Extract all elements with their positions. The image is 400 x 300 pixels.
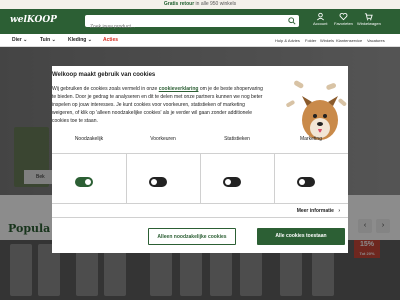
chevron-right-icon: › [338,208,340,214]
cookie-divider [52,203,348,204]
search-icon[interactable] [288,17,296,25]
cart-label: Winkelwagen [357,21,381,26]
main-nav: Dier ⌄ Tuin ⌄ Kleding ⌄ Acties Hulp & Ad… [0,34,400,47]
option-preferences-label: Voorkeuren [150,136,176,142]
nav-sub-vacatures[interactable]: Vacatures [367,38,385,43]
option-marketing-label: Marketing [300,136,322,142]
account-icon [316,12,324,21]
nav-item-acties[interactable]: Acties [103,37,118,43]
toggle-marketing[interactable] [297,177,315,187]
cookie-text-pre: Wij gebruiken de cookies zoals vermeld i… [52,86,159,92]
toggle-knob [151,179,157,185]
cookie-dialog: Welkoop maakt gebruik van cookies Wij ge… [52,66,348,253]
logo[interactable]: welKOOP [10,15,57,25]
option-statistics: Statistieken [200,136,274,164]
option-statistics-label: Statistieken [224,136,250,142]
toggle-preferences[interactable] [149,177,167,187]
nav-item-dier[interactable]: Dier ⌄ [12,37,27,43]
cookie-text: Wij gebruiken de cookies zoals vermeld i… [52,85,266,125]
nav-sub-klantenservice[interactable]: Klantenservice [336,38,362,43]
heart-icon [339,13,348,21]
more-info-link[interactable]: Meer informatie › [297,208,340,214]
site-header: welKOOP Account Favorieten Winkelwagen [0,9,400,34]
toggle-knob [225,179,231,185]
nav-sub-hulp[interactable]: Hulp & Advies [275,38,300,43]
top-banner-text: in alle 950 winkels [194,1,237,7]
nav-item-tuin[interactable]: Tuin ⌄ [40,37,56,43]
top-banner-bold: Gratis retour [163,1,195,7]
option-necessary-label: Noodzakelijk [74,136,104,142]
cart-button[interactable]: Winkelwagen [357,12,381,26]
option-necessary: Noodzakelijk [52,136,126,164]
search-bar [85,15,299,33]
search-input[interactable] [85,21,280,33]
favorites-label: Favorieten [334,21,353,26]
necessary-only-button[interactable]: Alleen noodzakelijke cookies [148,228,236,245]
toggle-statistics[interactable] [223,177,241,187]
cookie-divider [52,217,348,218]
cookie-policy-link[interactable]: cookieverklaring [159,86,199,92]
toggle-knob [85,179,91,185]
option-marketing: Marketing [274,136,348,164]
account-button[interactable]: Account [313,12,327,26]
toggle-knob [299,179,305,185]
option-preferences: Voorkeuren [126,136,200,164]
more-info-label: Meer informatie [296,208,334,214]
nav-sub-winkels[interactable]: Winkels [320,38,334,43]
cart-icon [365,13,374,21]
nav-item-kleding[interactable]: Kleding ⌄ [68,37,92,43]
nav-sub-folder[interactable]: Folder [305,38,316,43]
account-label: Account [313,21,328,26]
cookie-title: Welkoop maakt gebruik van cookies [52,72,156,78]
accept-all-button[interactable]: Alle cookies toestaan [257,228,345,245]
top-banner: Gratis retour in alle 950 winkels [0,0,400,9]
toggle-necessary[interactable] [75,177,93,187]
favorites-button[interactable]: Favorieten [334,12,353,26]
